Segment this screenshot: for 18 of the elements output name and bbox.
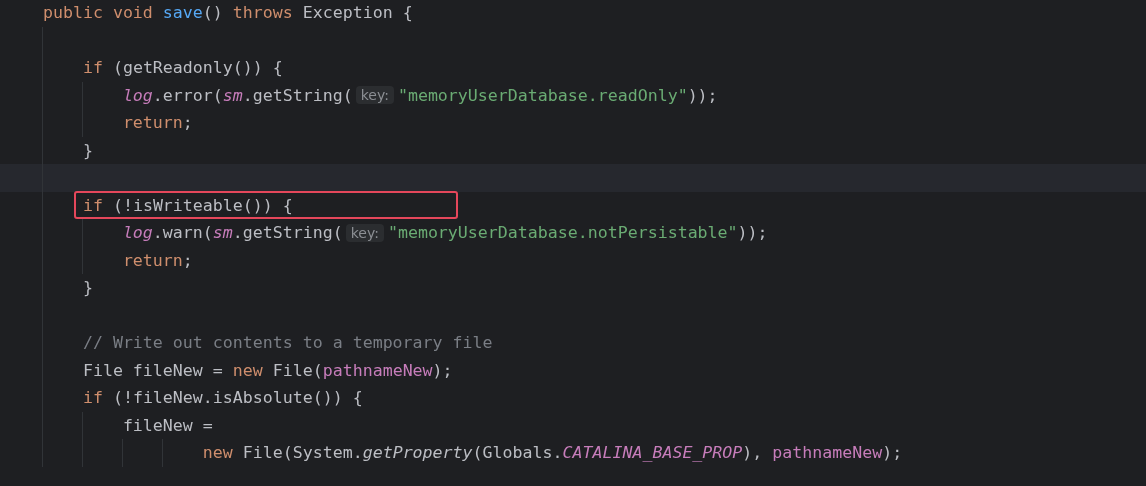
code-line: if (getReadonly()) {: [81, 58, 283, 78]
code-line: log.warn(sm.getString(: [121, 223, 343, 243]
code-line: if (!fileNew.isAbsolute()) {: [81, 388, 363, 408]
code-line: return;: [121, 113, 193, 133]
code-line: File fileNew = new File(pathnameNew);: [81, 360, 453, 380]
code-line: if (!isWriteable()) {: [82, 195, 293, 215]
code-line: "memoryUserDatabase.notPersistable"));: [387, 223, 768, 243]
code-comment: // Write out contents to a temporary file: [81, 333, 493, 353]
code-line: public void save() throws Exception {: [41, 3, 413, 23]
code-line: fileNew =: [121, 415, 213, 435]
code-line: }: [81, 278, 93, 298]
inlay-hint: key:: [355, 86, 394, 105]
code-line: new File(System.getProperty(Globals.CATALINA_BASE_PROP), pathnameNew);: [201, 443, 903, 463]
code-line: "memoryUserDatabase.readOnly"));: [397, 85, 718, 105]
code-line: log.error(sm.getString(: [121, 85, 353, 105]
code-line: }: [81, 140, 93, 160]
inlay-hint: key:: [345, 223, 384, 242]
code-line: return;: [121, 250, 193, 270]
